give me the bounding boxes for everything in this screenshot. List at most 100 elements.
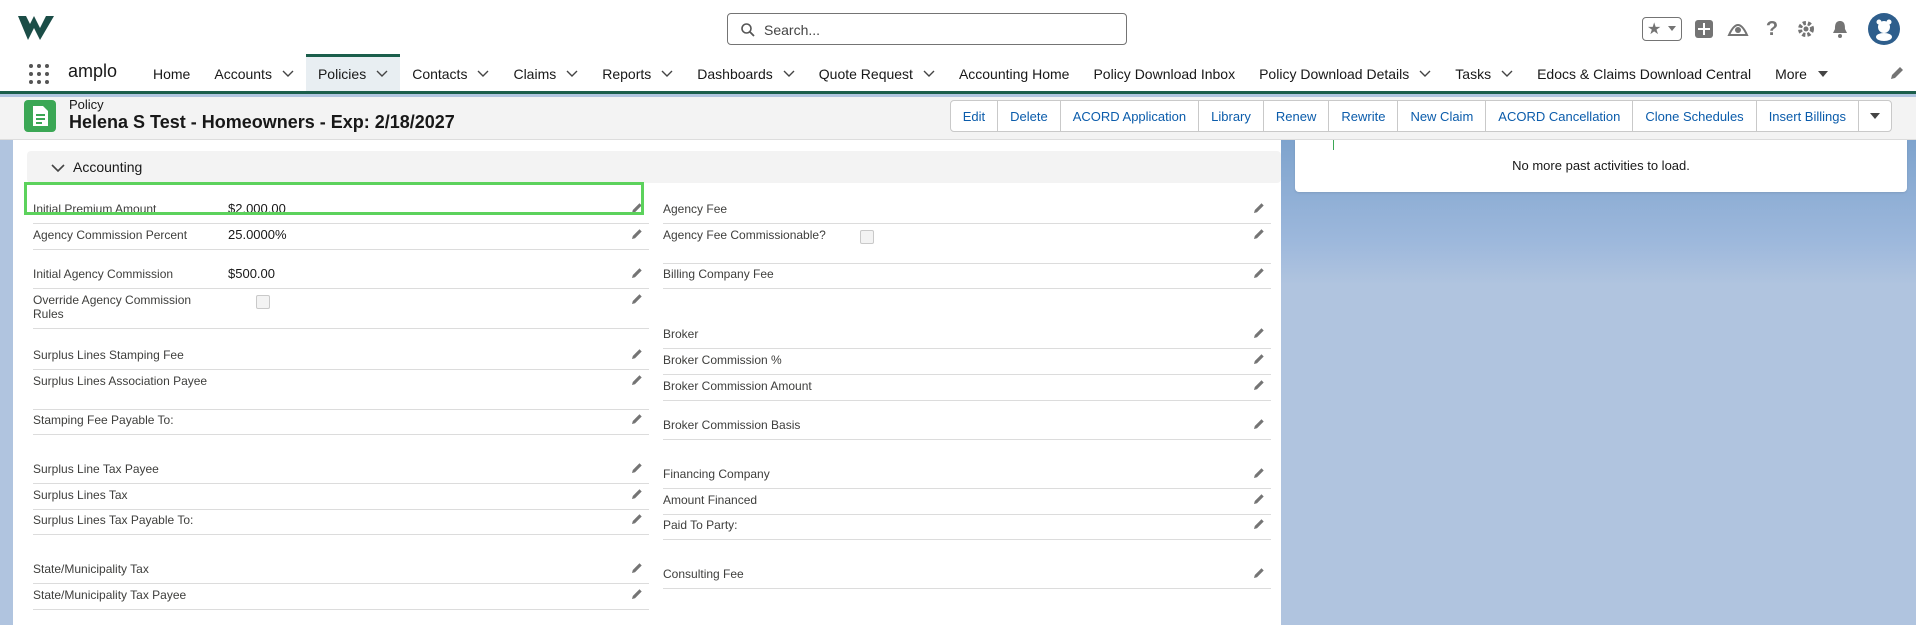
field-label: Surplus Line Tax Payee [33, 462, 159, 476]
chevron-down-icon[interactable] [376, 70, 388, 78]
billing-company-fee-field: Billing Company Fee [663, 263, 1271, 289]
field-label: Financing Company [663, 467, 770, 481]
field-label: Surplus Lines Association Payee [33, 374, 208, 388]
pencil-icon[interactable] [1253, 418, 1265, 430]
nav-item-edocs-claims-download-central[interactable]: Edocs & Claims Download Central [1525, 54, 1763, 94]
help-button[interactable]: ? [1760, 17, 1784, 41]
search-icon [741, 23, 755, 37]
pencil-icon[interactable] [631, 413, 643, 425]
global-actions-button[interactable] [1692, 17, 1716, 41]
nav-item-dashboards[interactable]: Dashboards [685, 54, 807, 94]
pencil-icon[interactable] [1253, 228, 1265, 240]
nav-item-more[interactable]: More [1763, 54, 1841, 94]
amount-financed-field: Amount Financed [663, 489, 1271, 515]
nav-item-reports[interactable]: Reports [590, 54, 685, 94]
nav-item-accounting-home[interactable]: Accounting Home [947, 54, 1082, 94]
more-actions-button[interactable] [1859, 101, 1891, 131]
no-more-activities-text: No more past activities to load. [1512, 158, 1690, 173]
favorites-button[interactable]: ★ [1642, 17, 1682, 41]
nav-item-quote-request[interactable]: Quote Request [807, 54, 947, 94]
pencil-icon[interactable] [1253, 202, 1265, 214]
chevron-down-icon [51, 164, 65, 173]
field-label: Surplus Lines Tax Payable To: [33, 513, 194, 527]
pencil-icon[interactable] [631, 562, 643, 574]
pencil-icon[interactable] [1253, 353, 1265, 365]
pencil-icon[interactable] [631, 348, 643, 360]
nav-item-label: Policy Download Details [1259, 66, 1410, 82]
nav-item-policy-download-inbox[interactable]: Policy Download Inbox [1081, 54, 1247, 94]
delete-button[interactable]: Delete [998, 101, 1061, 131]
section-title: Accounting [73, 159, 143, 175]
acord-application-button[interactable]: ACORD Application [1061, 101, 1200, 131]
pencil-icon[interactable] [1253, 379, 1265, 391]
amplo-logo-icon[interactable] [16, 14, 56, 42]
insert-billings-button[interactable]: Insert Billings [1757, 101, 1859, 131]
edit-nav-icon[interactable] [1890, 66, 1904, 80]
pencil-icon[interactable] [631, 228, 643, 240]
surplus-lines-stamping-fee-field: Surplus Lines Stamping Fee [33, 344, 649, 370]
checkbox[interactable] [256, 295, 270, 309]
nav-item-tasks[interactable]: Tasks [1443, 54, 1525, 94]
pencil-icon[interactable] [1253, 518, 1265, 530]
surplus-lines-tax-payable-to-field: Surplus Lines Tax Payable To: [33, 509, 649, 535]
policy-record-icon [24, 100, 56, 132]
pencil-icon[interactable] [631, 588, 643, 600]
nav-item-label: Edocs & Claims Download Central [1537, 66, 1752, 82]
field-label: Broker [663, 327, 699, 341]
nav-item-policy-download-details[interactable]: Policy Download Details [1247, 54, 1443, 94]
chevron-down-icon[interactable] [783, 70, 795, 78]
app-launcher-icon[interactable] [29, 64, 49, 84]
chevron-down-icon[interactable] [282, 70, 294, 78]
nav-item-contacts[interactable]: Contacts [400, 54, 501, 94]
pencil-icon[interactable] [631, 513, 643, 525]
chevron-down-icon[interactable] [477, 70, 489, 78]
renew-button[interactable]: Renew [1264, 101, 1330, 131]
chevron-down-icon[interactable] [1817, 70, 1829, 78]
clone-schedules-button[interactable]: Clone Schedules [1633, 101, 1757, 131]
pencil-icon[interactable] [631, 488, 643, 500]
checkbox[interactable] [860, 230, 874, 244]
nav-item-label: Accounts [214, 66, 272, 82]
field-label: Consulting Fee [663, 567, 744, 581]
nav-item-label: Dashboards [697, 66, 773, 82]
record-header: Policy Helena S Test - Homeowners - Exp:… [0, 97, 1916, 140]
nav-item-home[interactable]: Home [141, 54, 202, 94]
chevron-down-icon[interactable] [1501, 70, 1513, 78]
chevron-down-icon[interactable] [923, 70, 935, 78]
accounting-section-header[interactable]: Accounting [27, 151, 1281, 183]
global-search-input[interactable]: Search... [727, 13, 1127, 45]
new-claim-button[interactable]: New Claim [1398, 101, 1487, 131]
pencil-icon[interactable] [1253, 327, 1265, 339]
nav-item-policies[interactable]: Policies [305, 54, 401, 94]
notifications-button[interactable] [1828, 17, 1852, 41]
library-button[interactable]: Library [1199, 101, 1264, 131]
field-label: Broker Commission Basis [663, 418, 801, 432]
user-avatar[interactable] [1868, 13, 1900, 45]
trailhead-button[interactable] [1726, 17, 1750, 41]
pencil-icon[interactable] [1253, 267, 1265, 279]
pencil-icon[interactable] [631, 202, 643, 214]
consulting-fee-field: Consulting Fee [663, 563, 1271, 589]
pencil-icon[interactable] [631, 293, 643, 305]
chevron-down-icon[interactable] [1419, 70, 1431, 78]
nav-item-accounts[interactable]: Accounts [202, 54, 306, 94]
field-label: Surplus Lines Tax [33, 488, 128, 502]
pencil-icon[interactable] [1253, 567, 1265, 579]
pencil-icon[interactable] [1253, 493, 1265, 505]
nav-item-label: Claims [513, 66, 557, 82]
nav-item-claims[interactable]: Claims [501, 54, 590, 94]
pencil-icon[interactable] [631, 374, 643, 386]
edit-button[interactable]: Edit [951, 101, 999, 131]
chevron-down-icon[interactable] [661, 70, 673, 78]
setup-button[interactable] [1794, 17, 1818, 41]
broker-commission-pct-field: Broker Commission % [663, 349, 1271, 375]
rewrite-button[interactable]: Rewrite [1329, 101, 1399, 131]
document-icon [33, 106, 48, 126]
nav-item-label: Tasks [1455, 66, 1492, 82]
chevron-down-icon[interactable] [566, 70, 578, 78]
paid-to-party-field: Paid To Party: [663, 514, 1271, 540]
pencil-icon[interactable] [631, 462, 643, 474]
acord-cancellation-button[interactable]: ACORD Cancellation [1486, 101, 1634, 131]
pencil-icon[interactable] [1253, 467, 1265, 479]
pencil-icon[interactable] [631, 267, 643, 279]
